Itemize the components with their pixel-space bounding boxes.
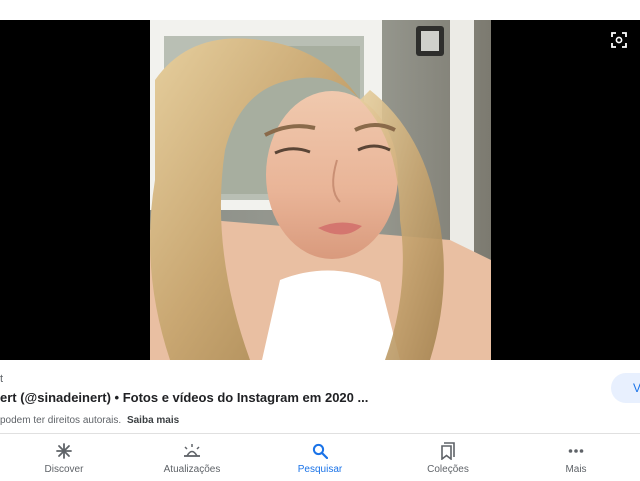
collections-icon: [438, 442, 458, 460]
more-dots-icon: [566, 442, 586, 460]
bottom-navigation: Discover Atualizações Pesquisar Coleções…: [0, 433, 640, 481]
result-title[interactable]: ert (@sinadeinert) • Fotos e vídeos do I…: [0, 390, 368, 405]
nav-item-collections[interactable]: Coleções: [384, 434, 512, 481]
nav-item-updates[interactable]: Atualizações: [128, 434, 256, 481]
nav-label: Coleções: [427, 464, 469, 475]
nav-label: Pesquisar: [297, 464, 343, 475]
nav-item-more[interactable]: Mais: [512, 434, 640, 481]
result-image[interactable]: [150, 20, 491, 360]
nav-item-discover[interactable]: Discover: [0, 434, 128, 481]
nav-label: Atualizações: [163, 464, 221, 475]
updates-icon: [182, 442, 202, 460]
lens-icon[interactable]: [608, 29, 630, 51]
top-strip: [0, 0, 640, 20]
nav-label: Discover: [44, 464, 84, 475]
result-source: t: [0, 373, 4, 385]
result-card[interactable]: t ert (@sinadeinert) • Fotos e vídeos do…: [0, 360, 640, 432]
nav-item-search[interactable]: Pesquisar: [256, 434, 384, 481]
image-viewer[interactable]: [0, 20, 640, 360]
nav-label: Mais: [565, 464, 587, 475]
copyright-notice: podem ter direitos autorais. Saiba mais: [0, 415, 179, 426]
search-icon: [310, 442, 330, 460]
copyright-text: podem ter direitos autorais.: [0, 415, 122, 426]
visit-button[interactable]: V: [611, 373, 640, 403]
asterisk-icon: [54, 442, 74, 460]
learn-more-link[interactable]: Saiba mais: [127, 415, 179, 426]
